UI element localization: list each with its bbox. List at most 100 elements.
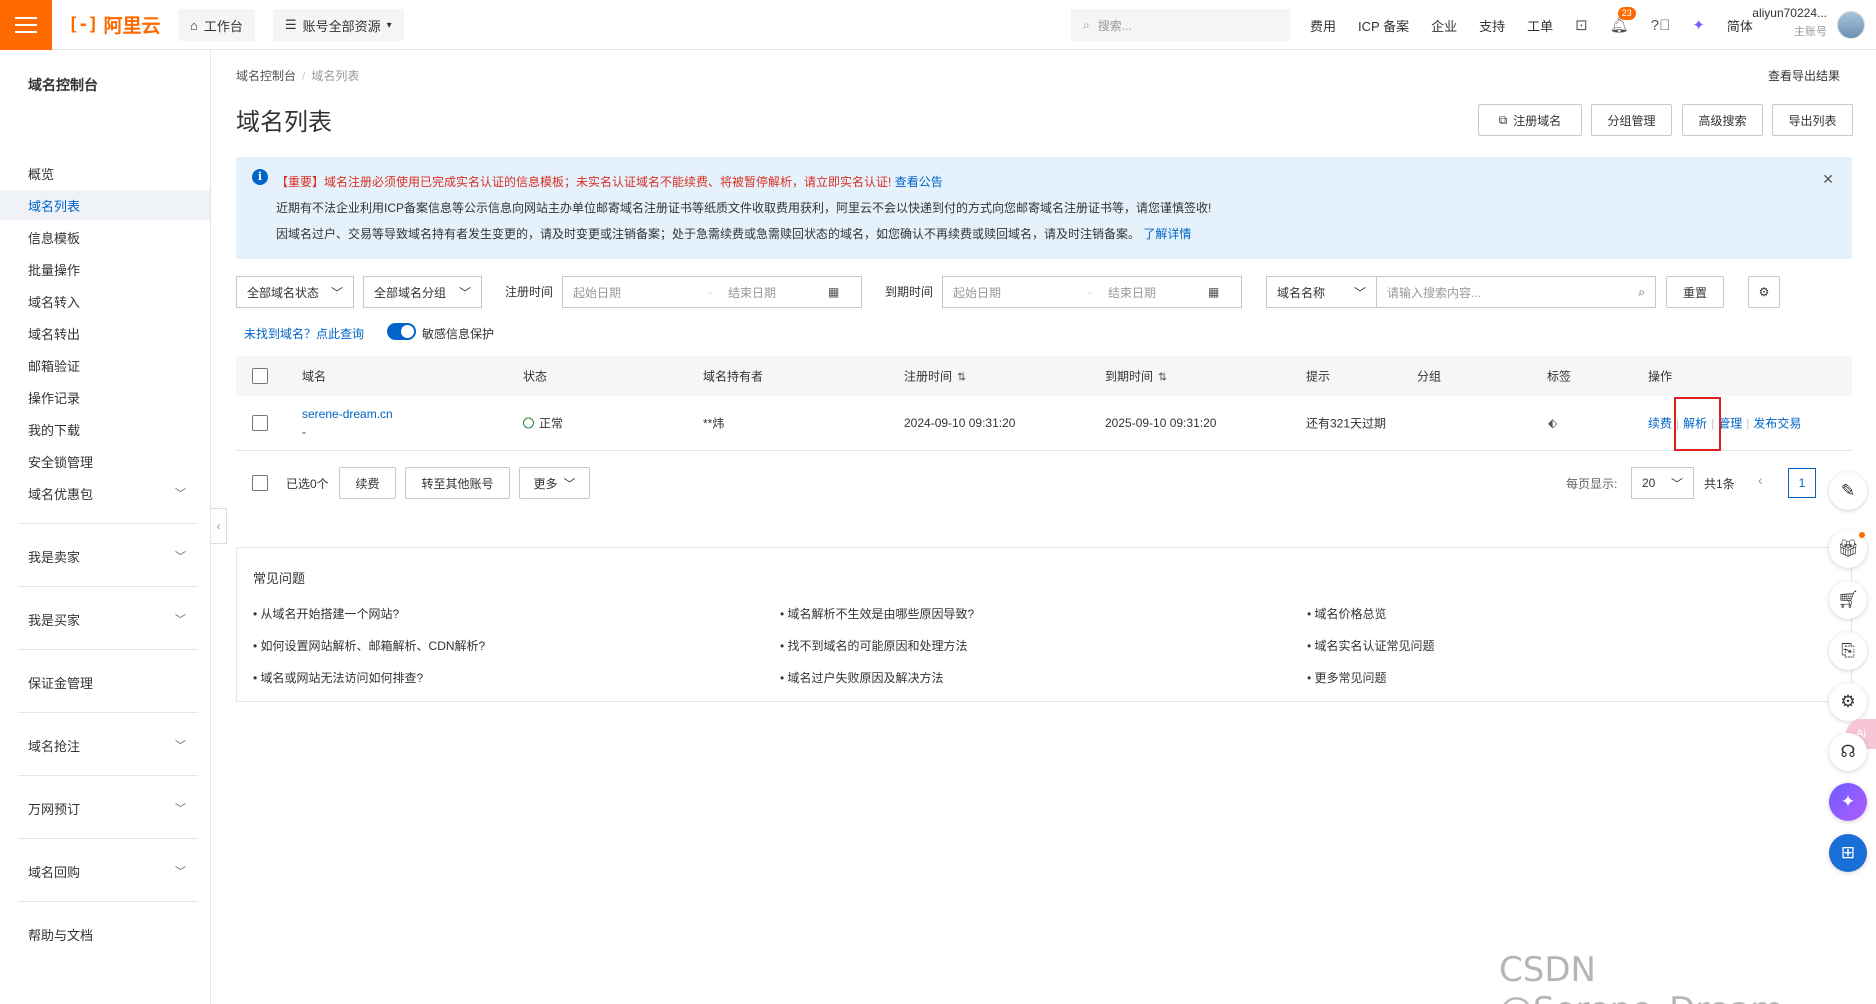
search-input[interactable]: 请输入搜索内容... ⌕	[1377, 277, 1655, 307]
document-icon[interactable]: ⎘	[1829, 632, 1867, 670]
nav-enterprise[interactable]: 企业	[1431, 16, 1457, 35]
range-dash: -	[1088, 285, 1092, 299]
sidebar-item-deposit[interactable]: 保证金管理	[0, 667, 210, 697]
global-search-input[interactable]: ⌕ 搜索...	[1071, 9, 1290, 41]
sidebar-item-snapping[interactable]: 域名抢注 ﹀	[0, 730, 210, 760]
reg-date-range[interactable]: 起始日期 - 结束日期 ▦	[562, 276, 862, 308]
nav-icp[interactable]: ICP 备案	[1358, 16, 1409, 35]
nav-support[interactable]: 支持	[1479, 16, 1505, 35]
privacy-toggle[interactable]	[387, 323, 416, 340]
sidebar-item-buyer[interactable]: 我是买家 ﹀	[0, 604, 210, 634]
status-filter-select[interactable]: 全部域名状态 ﹀	[236, 276, 354, 308]
breadcrumb-root[interactable]: 域名控制台	[236, 69, 296, 83]
sidebar-item-overview[interactable]: 概览	[0, 158, 210, 188]
nav-ticket[interactable]: 工单	[1527, 16, 1553, 35]
export-list-button[interactable]: 导出列表	[1772, 104, 1853, 136]
resources-dropdown[interactable]: ☰ 账号全部资源 ▾	[273, 9, 404, 41]
select-all-checkbox[interactable]	[252, 368, 268, 384]
faq-link[interactable]: • 域名价格总览	[1307, 605, 1387, 622]
faq-title: 常见问题	[253, 571, 306, 586]
header-reg-time[interactable]: 注册时间 ⇅	[904, 368, 966, 385]
advanced-search-button[interactable]: 高级搜索	[1682, 104, 1763, 136]
sidebar-item-batch[interactable]: 批量操作	[0, 254, 210, 284]
sidebar-item-label: 域名转出	[28, 326, 81, 342]
tag-icon[interactable]: ⬖	[1548, 416, 1557, 430]
sidebar-item-discount-pack[interactable]: 域名优惠包 ﹀	[0, 478, 210, 508]
sidebar-item-security-lock[interactable]: 安全锁管理	[0, 446, 210, 476]
transfer-account-button[interactable]: 转至其他账号	[405, 467, 510, 499]
search-field-select[interactable]: 域名名称 ﹀	[1267, 277, 1377, 307]
batch-select-checkbox[interactable]	[252, 475, 268, 491]
faq-link[interactable]: • 域名或网站无法访问如何排查?	[253, 669, 423, 686]
close-icon[interactable]: ✕	[1822, 171, 1834, 188]
page-size-select[interactable]: 20 ﹀	[1631, 467, 1694, 499]
sidebar-item-email-verify[interactable]: 邮箱验证	[0, 350, 210, 380]
sidebar-item-preorder[interactable]: 万网预订 ﹀	[0, 793, 210, 823]
apps-grid-icon[interactable]: ⊞	[1829, 834, 1867, 872]
chevron-left-icon: ‹	[216, 519, 221, 533]
gift-icon[interactable]: 🎁︎	[1829, 530, 1867, 568]
group-filter-select[interactable]: 全部域名分组 ﹀	[363, 276, 482, 308]
notice-details-link[interactable]: 了解详情	[1143, 227, 1191, 241]
sidebar-item-transfer-in[interactable]: 域名转入	[0, 286, 210, 316]
ai-assistant-icon[interactable]: ✦	[1829, 783, 1867, 821]
terminal-icon[interactable]: ⊡	[1575, 16, 1588, 34]
batch-renew-label: 续费	[355, 476, 380, 491]
header-exp-time[interactable]: 到期时间 ⇅	[1105, 368, 1167, 385]
bell-icon[interactable]: 🔔︎ 23	[1610, 7, 1636, 34]
sidebar-item-label: 帮助与文档	[28, 927, 94, 943]
batch-renew-button[interactable]: 续费	[339, 467, 396, 499]
domain-lookup-link[interactable]: 未找到域名？点此查询	[244, 325, 364, 342]
sidebar-item-seller[interactable]: 我是卖家 ﹀	[0, 541, 210, 571]
user-role: 主账号	[1794, 26, 1827, 38]
domain-link[interactable]: serene-dream.cn	[302, 405, 393, 423]
exp-date-range[interactable]: 起始日期 - 结束日期 ▦	[942, 276, 1242, 308]
help-icon[interactable]: ?⃝	[1651, 17, 1671, 34]
faq-link[interactable]: • 域名解析不生效是由哪些原因导致?	[780, 605, 974, 622]
faq-link[interactable]: • 域名过户失败原因及解决方法	[780, 669, 944, 686]
sidebar-item-buyback[interactable]: 域名回购 ﹀	[0, 856, 210, 886]
faq-link[interactable]: • 更多常见问题	[1307, 669, 1387, 686]
notice-announcement-link[interactable]: 查看公告	[895, 175, 943, 189]
publish-trade-action[interactable]: 发布交易	[1753, 417, 1801, 431]
renew-action[interactable]: 续费	[1648, 417, 1672, 431]
sidebar-collapse-button[interactable]: ‹	[211, 508, 227, 544]
sidebar-item-label: 我是卖家	[28, 549, 81, 565]
exp-start-date: 起始日期	[953, 285, 1002, 300]
headset-icon[interactable]: ☊	[1829, 733, 1867, 771]
reset-button[interactable]: 重置	[1666, 276, 1724, 308]
more-button[interactable]: 更多 ﹀	[519, 467, 590, 499]
export-result-link[interactable]: 查看导出结果	[1768, 67, 1840, 84]
faq-link[interactable]: • 找不到域名的可能原因和处理方法	[780, 637, 968, 654]
sidebar-item-domain-list[interactable]: 域名列表	[0, 190, 210, 220]
faq-link[interactable]: • 如何设置网站解析、邮箱解析、CDN解析?	[253, 637, 485, 654]
manage-action[interactable]: 管理	[1718, 417, 1742, 431]
row-checkbox[interactable]	[252, 415, 268, 431]
sidebar-item-downloads[interactable]: 我的下载	[0, 414, 210, 444]
faq-link[interactable]: • 域名实名认证常见问题	[1307, 637, 1435, 654]
settings-button[interactable]: ⚙	[1748, 276, 1780, 308]
sidebar-item-templates[interactable]: 信息模板	[0, 222, 210, 252]
resources-label: 账号全部资源	[302, 18, 381, 34]
workbench-button[interactable]: ⌂ 工作台	[178, 9, 255, 41]
sidebar-item-logs[interactable]: 操作记录	[0, 382, 210, 412]
page-number[interactable]: 1	[1788, 468, 1816, 498]
reg-end-date: 结束日期	[728, 285, 777, 300]
avatar[interactable]	[1837, 11, 1865, 39]
aliyun-logo[interactable]: [-] 阿里云	[68, 11, 161, 38]
register-domain-button[interactable]: ⧉ 注册域名	[1478, 104, 1582, 136]
status-filter-value: 全部域名状态	[247, 285, 320, 300]
nav-fees[interactable]: 费用	[1310, 16, 1336, 35]
gear-icon[interactable]: ⚙	[1829, 683, 1867, 721]
sidebar-item-transfer-out[interactable]: 域名转出	[0, 318, 210, 348]
menu-icon[interactable]	[0, 0, 52, 50]
prev-page-icon[interactable]: ‹	[1758, 472, 1763, 488]
user-info[interactable]: aliyun70224... 主账号	[1747, 6, 1827, 39]
top-nav: 费用 ICP 备案 企业 支持 工单 ⊡ 🔔︎ 23 ?⃝ ✦ 简体	[1310, 0, 1753, 50]
edit-icon[interactable]: ✎	[1829, 472, 1867, 510]
cart-icon[interactable]: 🛒︎	[1829, 581, 1867, 619]
group-manage-button[interactable]: 分组管理	[1591, 104, 1672, 136]
faq-link[interactable]: • 从域名开始搭建一个网站?	[253, 605, 399, 622]
sidebar-item-help-docs[interactable]: 帮助与文档	[0, 919, 210, 949]
ai-assistant-icon[interactable]: ✦	[1692, 16, 1705, 34]
